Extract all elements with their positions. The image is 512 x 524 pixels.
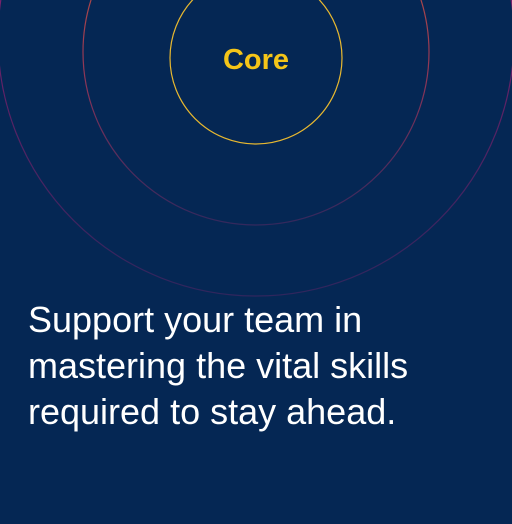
tagline-line-3: required to stay ahead.	[28, 391, 397, 432]
middle-ring	[82, 0, 430, 226]
core-label: Core	[222, 44, 290, 76]
skills-card: Core Support your team in mastering the …	[0, 0, 512, 524]
tagline-line-2: mastering the vital skills	[28, 345, 409, 386]
tagline-line-1: Support your team in	[28, 299, 363, 340]
tagline: Support your team in mastering the vital…	[28, 297, 498, 435]
